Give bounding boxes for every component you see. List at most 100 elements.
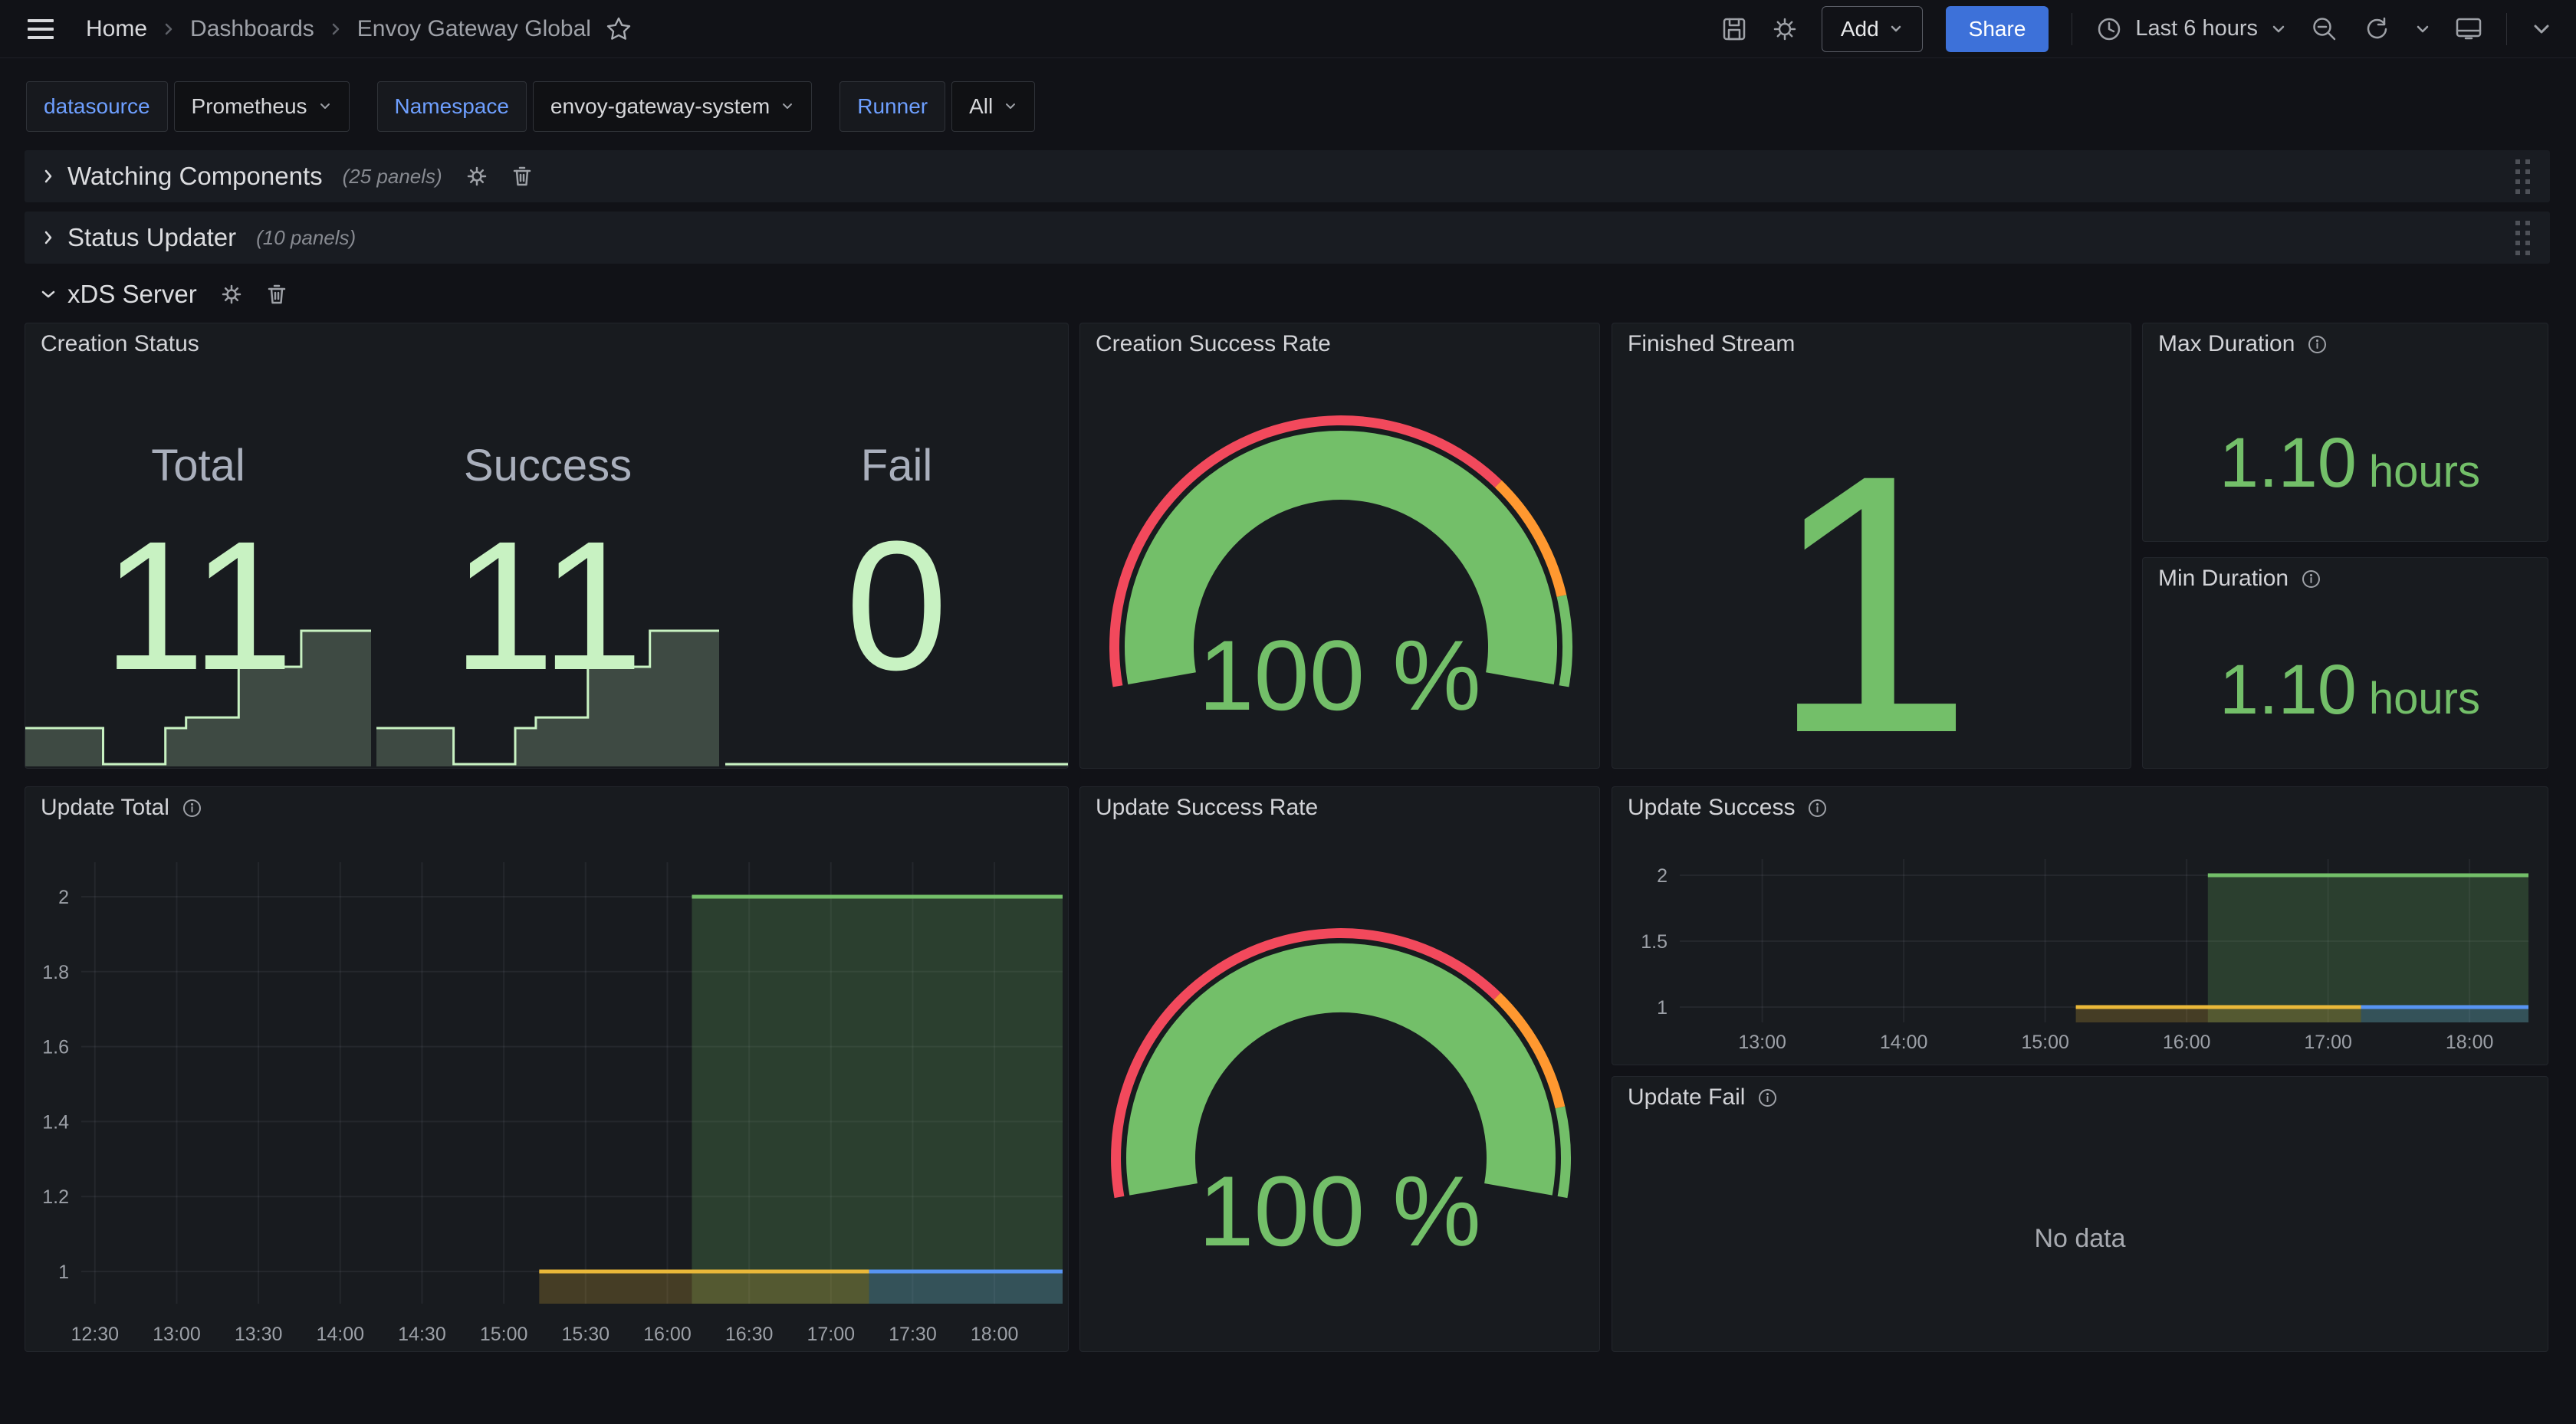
svg-text:13:00: 13:00 [1738, 1032, 1786, 1053]
top-nav-bar: Home Dashboards Envoy Gateway Global Add… [0, 0, 2576, 58]
chevron-down-icon[interactable] [2414, 21, 2431, 38]
panel-title[interactable]: Finished Stream [1628, 331, 1795, 357]
chevron-down-icon [1888, 21, 1904, 37]
share-button[interactable]: Share [1946, 6, 2049, 52]
variable-runner: Runner All [840, 81, 1035, 132]
panel-title[interactable]: Update Total [41, 795, 169, 821]
variable-label: Namespace [377, 81, 527, 132]
time-range-picker[interactable]: Last 6 hours [2095, 15, 2287, 43]
panel-title[interactable]: Max Duration [2158, 331, 2295, 357]
svg-text:1.4: 1.4 [42, 1111, 69, 1133]
zoom-out-icon[interactable] [2310, 15, 2339, 44]
collapse-chevron-icon[interactable] [2530, 18, 2553, 41]
gauge-chart [1080, 821, 1600, 1352]
clock-icon [2095, 15, 2123, 43]
panel-title[interactable]: Update Success [1628, 795, 1795, 821]
chevron-down-icon [40, 286, 57, 303]
variable-namespace: Namespace envoy-gateway-system [377, 81, 813, 132]
stat-value: 1.10hours [2220, 423, 2480, 504]
panel-update-success-rate: Update Success Rate 100 % [1079, 786, 1600, 1352]
grafana-dashboard: { "topbar": { "breadcrumbs": ["Home", "D… [0, 0, 2576, 1424]
stat-fail: Fail 0 [725, 323, 1068, 768]
row-title[interactable]: Status Updater [67, 223, 236, 252]
time-series-chart: 12:3013:0013:3014:0014:3015:0015:3016:00… [25, 787, 1069, 1352]
svg-text:2: 2 [58, 887, 69, 908]
svg-text:14:00: 14:00 [316, 1324, 364, 1345]
row-xds-server[interactable]: xDS Server [25, 270, 2550, 319]
star-icon[interactable] [605, 15, 632, 43]
menu-icon[interactable] [28, 19, 54, 39]
stat-label: Total [25, 440, 371, 491]
variable-value-dropdown[interactable]: envoy-gateway-system [533, 81, 812, 132]
breadcrumb: Home Dashboards Envoy Gateway Global [86, 15, 632, 43]
svg-text:13:00: 13:00 [153, 1324, 201, 1345]
panel-finished-stream: Finished Stream 1 [1612, 323, 2131, 769]
variable-value-dropdown[interactable]: Prometheus [174, 81, 350, 132]
row-title[interactable]: xDS Server [67, 280, 197, 309]
svg-text:15:30: 15:30 [561, 1324, 610, 1345]
dashboard-grid: Creation Status Total 11 Success 11 Fail… [25, 323, 2550, 1396]
gear-icon[interactable] [1771, 15, 1799, 43]
svg-text:1: 1 [1657, 997, 1668, 1019]
row-status-updater[interactable]: Status Updater (10 panels) [25, 212, 2550, 264]
stat-value: 1 [1612, 420, 2131, 769]
variable-label: Runner [840, 81, 945, 132]
panel-title[interactable]: Creation Status [41, 331, 199, 357]
chevron-right-icon [40, 229, 57, 246]
stat-value: 1.10hours [2220, 650, 2480, 730]
svg-text:14:30: 14:30 [398, 1324, 446, 1345]
row-drag-handle[interactable] [2515, 221, 2530, 255]
info-icon[interactable] [2307, 334, 2328, 355]
variable-value-dropdown[interactable]: All [951, 81, 1035, 132]
panel-title[interactable]: Creation Success Rate [1096, 331, 1331, 357]
stat-label: Success [376, 440, 719, 491]
chevron-down-icon [2270, 21, 2287, 38]
panel-title[interactable]: Min Duration [2158, 566, 2288, 592]
stat-label: Fail [725, 440, 1068, 491]
refresh-icon[interactable] [2362, 15, 2391, 44]
chevron-right-icon [161, 20, 176, 38]
svg-text:1.8: 1.8 [42, 962, 69, 983]
divider [2506, 13, 2507, 45]
panel-update-success: Update Success 13:0014:0015:0016:0017:00… [1612, 786, 2548, 1065]
panel-update-fail: Update Fail No data [1612, 1076, 2548, 1352]
row-watching-components[interactable]: Watching Components (25 panels) [25, 150, 2550, 202]
info-icon[interactable] [182, 798, 202, 819]
svg-text:1.6: 1.6 [42, 1037, 69, 1058]
breadcrumb-dashboards[interactable]: Dashboards [190, 16, 314, 42]
sparkline [376, 628, 719, 766]
svg-text:16:00: 16:00 [643, 1324, 692, 1345]
svg-text:17:30: 17:30 [889, 1324, 937, 1345]
gear-icon[interactable] [465, 165, 488, 188]
no-data-message: No data [1612, 1224, 2548, 1254]
time-range-label: Last 6 hours [2135, 16, 2258, 41]
row-drag-handle[interactable] [2515, 159, 2530, 194]
panel-update-total: Update Total 12:3013:0013:3014:0014:3015… [25, 786, 1069, 1352]
kiosk-monitor-icon[interactable] [2454, 15, 2483, 44]
info-icon[interactable] [1757, 1088, 1778, 1108]
row-title[interactable]: Watching Components [67, 162, 323, 191]
add-button[interactable]: Add [1822, 6, 1923, 52]
chevron-right-icon [40, 168, 57, 185]
row-panel-count: (10 panels) [256, 226, 356, 250]
breadcrumb-home[interactable]: Home [86, 16, 147, 42]
save-icon[interactable] [1720, 15, 1748, 43]
time-series-chart: 13:0014:0015:0016:0017:0018:0011.52 [1612, 787, 2548, 1065]
info-icon[interactable] [2301, 569, 2321, 589]
panel-creation-status: Creation Status Total 11 Success 11 Fail… [25, 323, 1069, 769]
svg-text:16:30: 16:30 [725, 1324, 774, 1345]
svg-text:14:00: 14:00 [1880, 1032, 1928, 1053]
stat-success: Success 11 [376, 323, 719, 768]
sparkline [25, 628, 371, 766]
info-icon[interactable] [1807, 798, 1828, 819]
gear-icon[interactable] [220, 283, 243, 306]
stat-total: Total 11 [25, 323, 371, 768]
panel-title[interactable]: Update Success Rate [1096, 795, 1318, 821]
trash-icon[interactable] [266, 283, 288, 306]
trash-icon[interactable] [511, 165, 533, 188]
variable-label: datasource [26, 81, 168, 132]
svg-text:12:30: 12:30 [71, 1324, 119, 1345]
panel-title[interactable]: Update Fail [1628, 1084, 1745, 1111]
svg-text:15:00: 15:00 [2021, 1032, 2069, 1053]
svg-text:1: 1 [58, 1262, 69, 1283]
